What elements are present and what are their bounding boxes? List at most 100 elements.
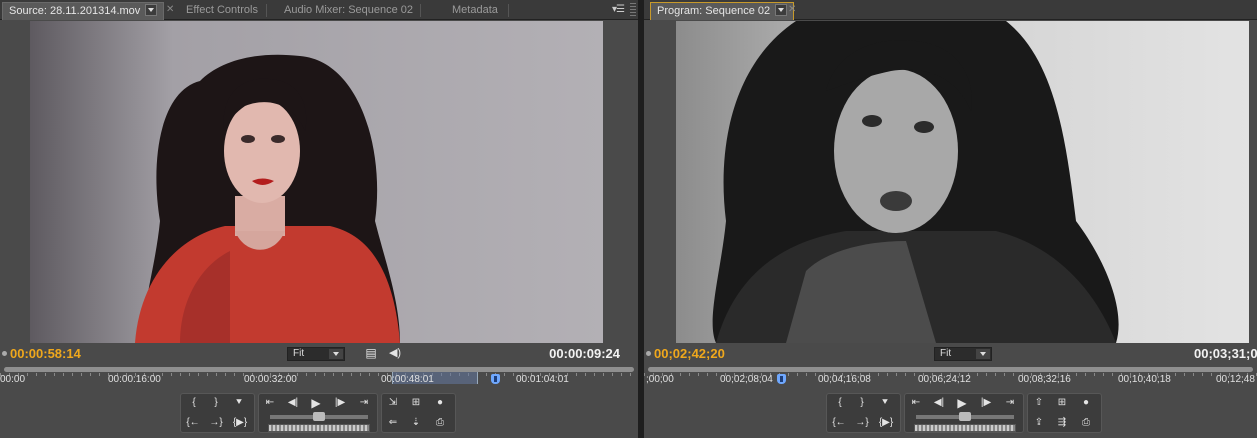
source-frame-image	[30, 21, 603, 343]
mark-in-button[interactable]: {	[184, 394, 204, 412]
play-button[interactable]: ▶	[306, 394, 326, 412]
ruler-label: 00;10;40;18	[1118, 374, 1171, 385]
program-zoom-select[interactable]: Fit	[934, 347, 992, 361]
source-zoom-value: Fit	[293, 348, 305, 359]
source-zoom-scrollbar[interactable]	[4, 367, 634, 372]
source-zoom-select[interactable]: Fit	[287, 347, 345, 361]
trim-button[interactable]: ⇶	[1052, 414, 1072, 432]
extract-button[interactable]: ⇪	[1029, 414, 1049, 432]
safe-margins-button[interactable]: ⊞	[1052, 394, 1072, 412]
drag-audio-icon[interactable]: ◀)	[385, 345, 405, 361]
go-to-in-button[interactable]: {←	[183, 414, 203, 432]
go-to-next-edit-button[interactable]: ⇥	[1000, 394, 1020, 412]
mark-out-button[interactable]: }	[852, 394, 872, 412]
play-button[interactable]: ▶	[952, 394, 972, 412]
output-button[interactable]: ●	[1076, 394, 1096, 412]
export-frame-button[interactable]: ⎙	[1076, 414, 1096, 432]
program-current-timecode[interactable]: 00;02;42;20	[654, 346, 725, 361]
step-forward-button[interactable]: |▶	[976, 394, 996, 412]
ruler-label: ;00;00	[646, 374, 674, 385]
jog-wheel[interactable]	[914, 424, 1016, 432]
insert-clip-button[interactable]: ⇐	[383, 414, 403, 432]
tab-program[interactable]: Program: Sequence 02	[650, 2, 795, 20]
program-time-ruler[interactable]: ;00;00 00;02;08;04 00;04;16;08 00;06;24;…	[644, 367, 1257, 389]
source-time-ruler[interactable]: 00:00 00:00:16:00 00:00:32:00 00:00:48:0…	[0, 367, 638, 389]
jog-wheel[interactable]	[268, 424, 370, 432]
tab-effect-controls[interactable]: Effect Controls	[180, 2, 264, 20]
settings-dot-icon[interactable]	[2, 351, 7, 356]
chevron-down-icon	[976, 349, 990, 359]
safe-margins-button[interactable]: ⊞	[406, 394, 426, 412]
source-playhead[interactable]	[491, 374, 501, 384]
source-monitor-panel: Source: 28.11.201314.mov ✕ Effect Contro…	[0, 0, 638, 438]
ruler-label: 00:00:48:01	[381, 374, 434, 385]
go-to-out-button[interactable]: →}	[206, 414, 226, 432]
tab-source[interactable]: Source: 28.11.201314.mov	[2, 2, 165, 20]
premiere-monitors: Source: 28.11.201314.mov ✕ Effect Contro…	[0, 0, 1257, 438]
tab-divider	[266, 4, 267, 17]
lift-button[interactable]: ⇧	[1029, 394, 1049, 412]
play-in-to-out-button[interactable]: {▶}	[876, 414, 896, 432]
chevron-down-icon[interactable]	[145, 4, 158, 16]
program-playhead[interactable]	[777, 374, 787, 384]
ruler-label: 00:00:16:00	[108, 374, 161, 385]
program-duration-timecode: 00;03;31;0	[1194, 346, 1257, 361]
settings-dot-icon[interactable]	[646, 351, 651, 356]
tab-audio-mixer[interactable]: Audio Mixer: Sequence 02	[278, 2, 419, 20]
insert-button[interactable]: ⇲	[383, 394, 403, 412]
shuttle-knob[interactable]	[959, 412, 971, 421]
source-tab-bar: Source: 28.11.201314.mov ✕ Effect Contro…	[0, 0, 638, 20]
program-video-frame	[676, 21, 1249, 343]
ruler-label: 00;04;16;08	[818, 374, 871, 385]
step-back-button[interactable]: ◀|	[929, 394, 949, 412]
play-in-to-out-button[interactable]: {▶}	[230, 414, 250, 432]
step-forward-button[interactable]: |▶	[330, 394, 350, 412]
program-zoom-scrollbar[interactable]	[648, 367, 1253, 372]
chevron-down-icon[interactable]	[775, 4, 788, 16]
program-frame-image	[676, 21, 1249, 343]
tab-source-label: Source: 28.11.201314.mov	[9, 5, 141, 17]
tab-divider	[508, 4, 509, 17]
tab-program-label: Program: Sequence 02	[657, 5, 771, 17]
program-tab-bar: Program: Sequence 02 ✕	[644, 0, 1257, 20]
step-back-button[interactable]: ◀|	[283, 394, 303, 412]
go-to-in-button[interactable]: {←	[829, 414, 849, 432]
mark-out-button[interactable]: }	[206, 394, 226, 412]
tab-metadata[interactable]: Metadata	[446, 2, 504, 20]
source-current-timecode[interactable]: 00:00:58:14	[10, 346, 81, 361]
shuttle-slider[interactable]	[916, 412, 1014, 421]
source-video-frame	[30, 21, 603, 343]
drag-video-icon[interactable]: ▤	[361, 345, 381, 361]
shuttle-slider[interactable]	[270, 412, 368, 421]
overwrite-button[interactable]: ⇣	[406, 414, 426, 432]
mark-in-button[interactable]: {	[830, 394, 850, 412]
output-button[interactable]: ●	[430, 394, 450, 412]
go-to-previous-edit-button[interactable]: ⇤	[906, 394, 926, 412]
go-to-previous-edit-button[interactable]: ⇤	[260, 394, 280, 412]
panel-menu-icon[interactable]: ▾☰	[612, 4, 625, 15]
source-status-row: 00:00:58:14 Fit ▤ ◀) 00:00:09:24	[0, 345, 638, 363]
panel-grip[interactable]	[630, 3, 636, 17]
ruler-label: 00;06;24;12	[918, 374, 971, 385]
ruler-label: 00:01:04:01	[516, 374, 569, 385]
go-to-out-button[interactable]: →}	[852, 414, 872, 432]
source-transport-controls: { } ⯆ {← →} {▶} ⇤ ◀| ▶ |▶ ⇥ ⇲ ⊞ ● ⇐ ⇣ ⎙	[180, 391, 460, 435]
program-status-row: 00;02;42;20 Fit 00;03;31;0	[644, 345, 1257, 363]
tab-divider	[420, 4, 421, 17]
close-icon[interactable]: ✕	[788, 4, 796, 15]
program-zoom-value: Fit	[940, 348, 952, 359]
ruler-label: 00:00	[0, 374, 26, 385]
go-to-next-edit-button[interactable]: ⇥	[354, 394, 374, 412]
ruler-label: 00:00:32:00	[244, 374, 297, 385]
add-marker-button[interactable]: ⯆	[229, 394, 249, 412]
chevron-down-icon	[329, 349, 343, 359]
close-icon[interactable]: ✕	[166, 4, 174, 15]
program-transport-controls: { } ⯆ {← →} {▶} ⇤ ◀| ▶ |▶ ⇥ ⇧ ⊞ ● ⇪ ⇶ ⎙	[826, 391, 1106, 435]
ruler-label: 00;08;32;16	[1018, 374, 1071, 385]
shuttle-knob[interactable]	[313, 412, 325, 421]
export-frame-button[interactable]: ⎙	[430, 414, 450, 432]
program-monitor-panel: Program: Sequence 02 ✕ 00;02;42;20 Fit 0…	[644, 0, 1257, 438]
ruler-label: 00;02;08;04	[720, 374, 773, 385]
ruler-label: 00;12;48	[1216, 374, 1255, 385]
add-marker-button[interactable]: ⯆	[875, 394, 895, 412]
